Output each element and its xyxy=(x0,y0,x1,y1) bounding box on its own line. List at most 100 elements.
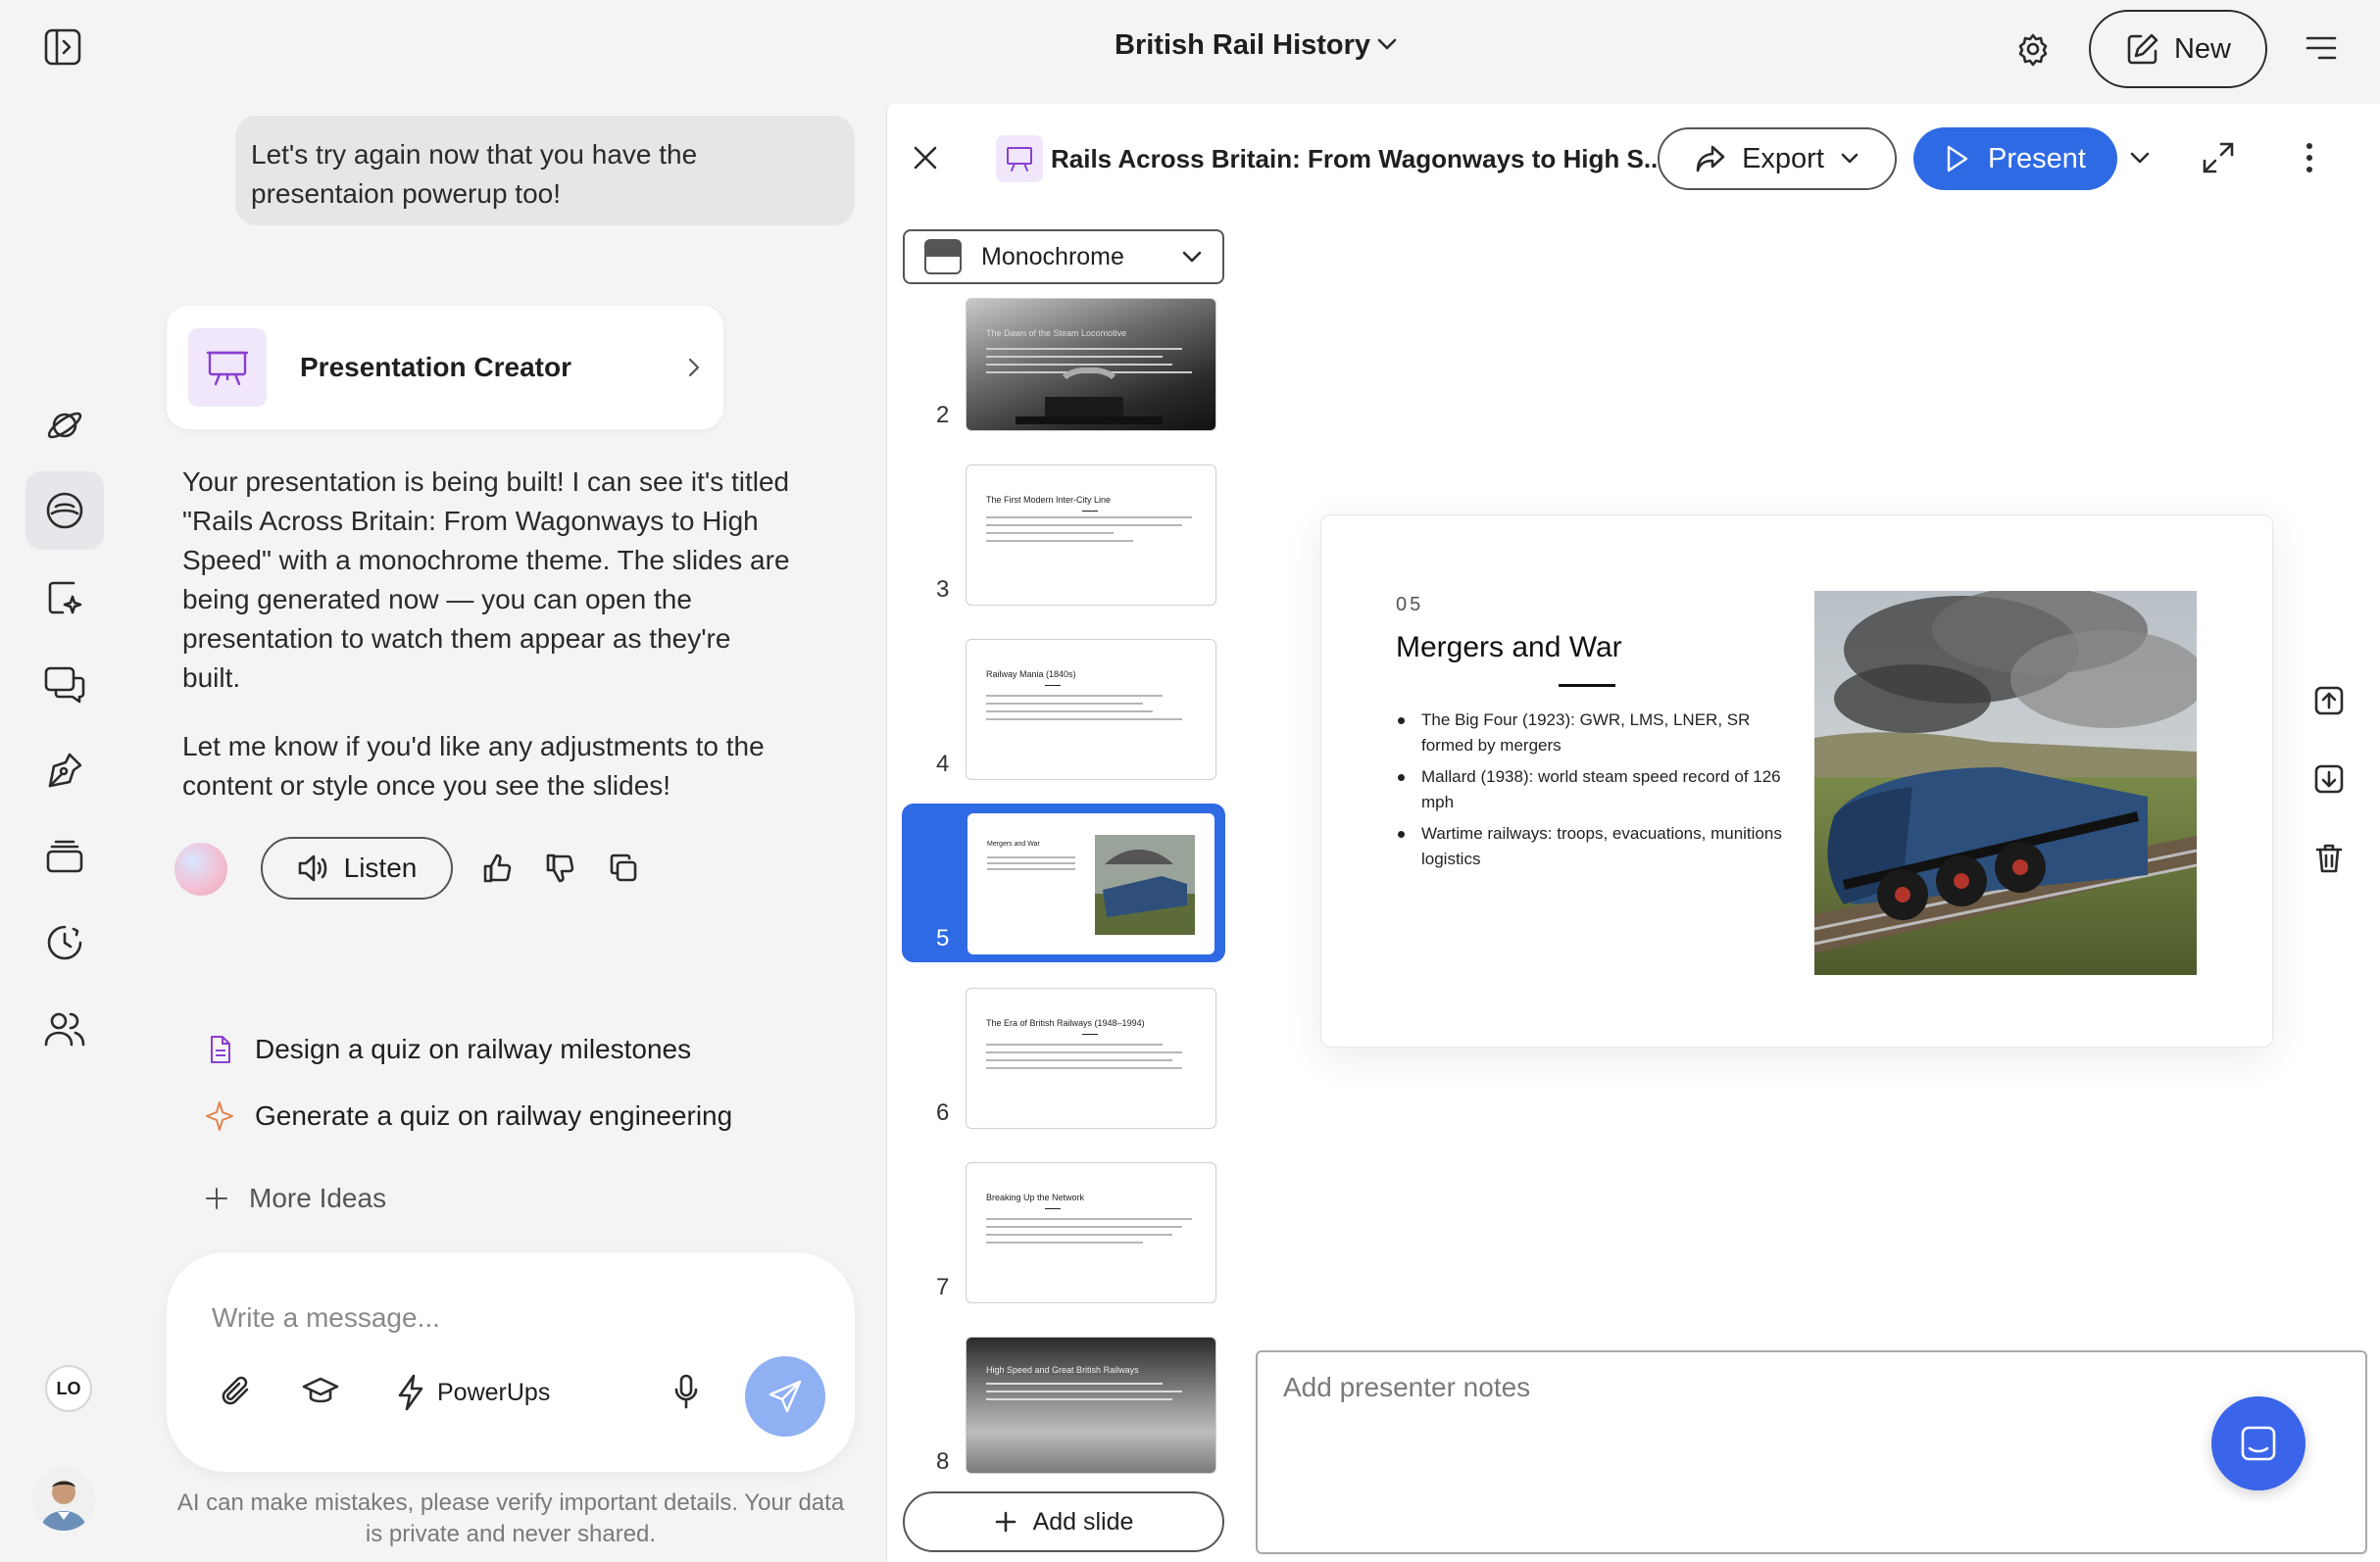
slide-thumbnail[interactable]: Breaking Up the Network xyxy=(966,1162,1216,1303)
listen-button[interactable]: Listen xyxy=(261,837,453,900)
sparkle-square-icon xyxy=(48,581,82,614)
presentation-title: Rails Across Britain: From Wagonways to … xyxy=(1051,144,1665,173)
delete-slide-button[interactable] xyxy=(2314,843,2344,873)
presenter-notes-input[interactable] xyxy=(1258,1352,2365,1552)
suggestion-label: Generate a quiz on railway engineering xyxy=(255,1100,733,1131)
chat-bubbles-icon xyxy=(44,666,85,704)
suggestion-item[interactable]: Design a quiz on railway milestones xyxy=(204,1025,691,1074)
listen-label: Listen xyxy=(343,853,418,883)
slide-thumbnail[interactable]: The Era of British Railways (1948–1994) xyxy=(966,988,1216,1129)
export-button[interactable]: Export xyxy=(1658,127,1897,190)
powerups-label: PowerUps xyxy=(437,1378,551,1406)
close-panel-button[interactable] xyxy=(912,144,939,171)
sidebar-toggle-button[interactable] xyxy=(43,27,82,67)
user-initials-badge[interactable]: LO xyxy=(45,1365,92,1412)
user-message-bubble: Let's try again now that you have the pr… xyxy=(235,116,855,225)
paperclip-icon xyxy=(222,1376,249,1405)
chat-orb-icon xyxy=(46,492,83,529)
expand-icon xyxy=(2203,142,2234,173)
thumbs-up-button[interactable] xyxy=(482,853,514,884)
lightning-icon xyxy=(398,1374,423,1411)
arrow-up-square-icon xyxy=(2314,686,2344,715)
theme-select-value: Monochrome xyxy=(981,242,1124,270)
rail-team-button[interactable] xyxy=(25,990,104,1068)
present-button[interactable]: Present xyxy=(1913,127,2117,190)
presentation-creator-title: Presentation Creator xyxy=(300,352,571,382)
attach-button[interactable] xyxy=(220,1374,253,1409)
presentation-file-icon xyxy=(996,135,1043,182)
powerups-button[interactable]: PowerUps xyxy=(396,1370,550,1415)
new-chat-button[interactable]: New xyxy=(2089,10,2267,88)
slide-thumbnail[interactable]: High Speed and Great British Railways xyxy=(966,1337,1216,1474)
play-icon xyxy=(1947,145,1968,172)
planet-icon xyxy=(47,412,82,439)
send-button[interactable] xyxy=(745,1356,825,1437)
thumbs-down-icon xyxy=(546,854,574,883)
slide-number: 5 xyxy=(936,925,950,952)
hamburger-menu-icon xyxy=(2306,36,2337,60)
settings-button[interactable] xyxy=(2015,31,2051,67)
rail-library-button[interactable] xyxy=(25,817,104,896)
support-chat-button[interactable] xyxy=(2211,1396,2306,1490)
learn-mode-button[interactable] xyxy=(302,1376,339,1407)
mallard-locomotive-photo-icon xyxy=(1814,591,2197,975)
arrow-down-square-icon xyxy=(2314,764,2344,794)
microphone-icon xyxy=(674,1374,698,1409)
presentation-creator-card[interactable]: Presentation Creator xyxy=(167,306,723,429)
more-ideas-button[interactable]: More Ideas xyxy=(204,1174,386,1223)
fullscreen-button[interactable] xyxy=(2202,141,2235,174)
assistant-avatar xyxy=(174,843,227,896)
slide-thumbnail[interactable]: The Dawn of the Steam Locomotive xyxy=(966,298,1216,431)
rail-chats-button[interactable] xyxy=(25,471,104,550)
slide-number: 7 xyxy=(936,1274,950,1300)
chevron-down-icon xyxy=(1841,153,1859,164)
suggestion-item[interactable]: Generate a quiz on railway engineering xyxy=(204,1092,732,1141)
pen-nib-icon xyxy=(48,753,82,788)
send-icon xyxy=(769,1380,802,1413)
document-title-chevron-icon[interactable] xyxy=(1376,37,1398,51)
thumbs-up-icon xyxy=(483,854,512,883)
thumbnail-title: The Era of British Railways (1948–1994) xyxy=(986,1018,1145,1028)
slide-thumbnail-selected[interactable]: Mergers and War xyxy=(967,813,1215,954)
slide-thumbnail[interactable]: Railway Mania (1840s) xyxy=(966,639,1216,780)
copy-button[interactable] xyxy=(608,853,639,884)
users-icon xyxy=(44,1012,85,1047)
add-slide-button[interactable]: Add slide xyxy=(903,1491,1224,1552)
more-options-button[interactable] xyxy=(2304,141,2315,174)
thumbnail-title: The Dawn of the Steam Locomotive xyxy=(986,328,1127,338)
move-slide-up-button[interactable] xyxy=(2314,686,2344,715)
move-slide-down-button[interactable] xyxy=(2314,764,2344,794)
voice-input-button[interactable] xyxy=(672,1374,700,1411)
close-icon xyxy=(914,146,937,170)
present-options-dropdown[interactable] xyxy=(2129,151,2151,165)
chevron-right-icon xyxy=(688,358,700,377)
rail-write-button[interactable] xyxy=(25,731,104,809)
rail-explore-button[interactable] xyxy=(25,386,104,464)
present-label: Present xyxy=(1988,142,2086,174)
user-message-text: Let's try again now that you have the pr… xyxy=(251,139,698,209)
profile-avatar[interactable] xyxy=(32,1468,95,1531)
export-label: Export xyxy=(1742,142,1824,174)
menu-button[interactable] xyxy=(2306,35,2337,61)
thumbs-down-button[interactable] xyxy=(545,853,576,884)
assistant-message-paragraph: Let me know if you'd like any adjustment… xyxy=(182,731,765,801)
slide-number: 2 xyxy=(936,402,950,428)
document-icon xyxy=(211,1036,230,1063)
slide-thumbnail[interactable]: The First Modern Inter-City Line xyxy=(966,464,1216,606)
slide-image xyxy=(1814,591,2197,975)
stack-icon xyxy=(46,840,83,873)
slide-bullet: Mallard (1938): world steam speed record… xyxy=(1396,764,1788,815)
avatar-photo-icon xyxy=(32,1468,95,1531)
suggestion-label: Design a quiz on railway milestones xyxy=(255,1034,692,1064)
more-vertical-icon xyxy=(2306,143,2312,172)
new-chat-label: New xyxy=(2173,32,2231,65)
document-title[interactable]: British Rail History xyxy=(1115,29,1370,62)
rail-ai-tools-button[interactable] xyxy=(25,559,104,637)
thumbnail-title: The First Modern Inter-City Line xyxy=(986,495,1112,505)
rail-messages-button[interactable] xyxy=(25,645,104,723)
message-input[interactable] xyxy=(212,1294,800,1342)
document-title-text: British Rail History xyxy=(1115,29,1371,61)
theme-select[interactable]: Monochrome xyxy=(903,229,1224,284)
rail-history-button[interactable] xyxy=(25,903,104,982)
slide-number: 8 xyxy=(936,1448,950,1475)
